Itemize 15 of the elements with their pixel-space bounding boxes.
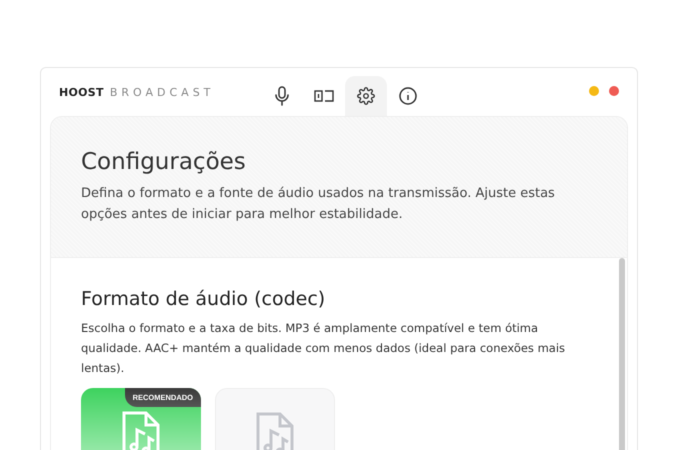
section-description: Escolha o formato e a taxa de bits. MP3 é amplamente compatível e tem ótima qualidade. AAC+ mantém a qualidade com menos dados (ideal para conexões mais lentas). xyxy=(81,320,566,377)
brand-subtitle: BROADCAST xyxy=(110,86,214,98)
audio-file-icon xyxy=(255,411,295,450)
close-button[interactable] xyxy=(609,86,619,96)
panels-icon xyxy=(314,89,334,103)
info-icon xyxy=(399,87,417,105)
section-title: Formato de áudio (codec) xyxy=(81,288,326,310)
audio-file-icon xyxy=(121,410,161,450)
settings-icon xyxy=(357,87,375,105)
page-title: Configurações xyxy=(81,149,247,175)
brand-logo-text: HOOST xyxy=(59,86,104,98)
page-description: Defina o formato e a fonte de áudio usados na transmissão. Ajuste estas opções antes de iniciar para melhor estabilidade. xyxy=(81,185,556,224)
scrollbar[interactable] xyxy=(619,258,625,450)
microphone-icon xyxy=(274,86,290,106)
settings-tab[interactable] xyxy=(345,76,387,116)
